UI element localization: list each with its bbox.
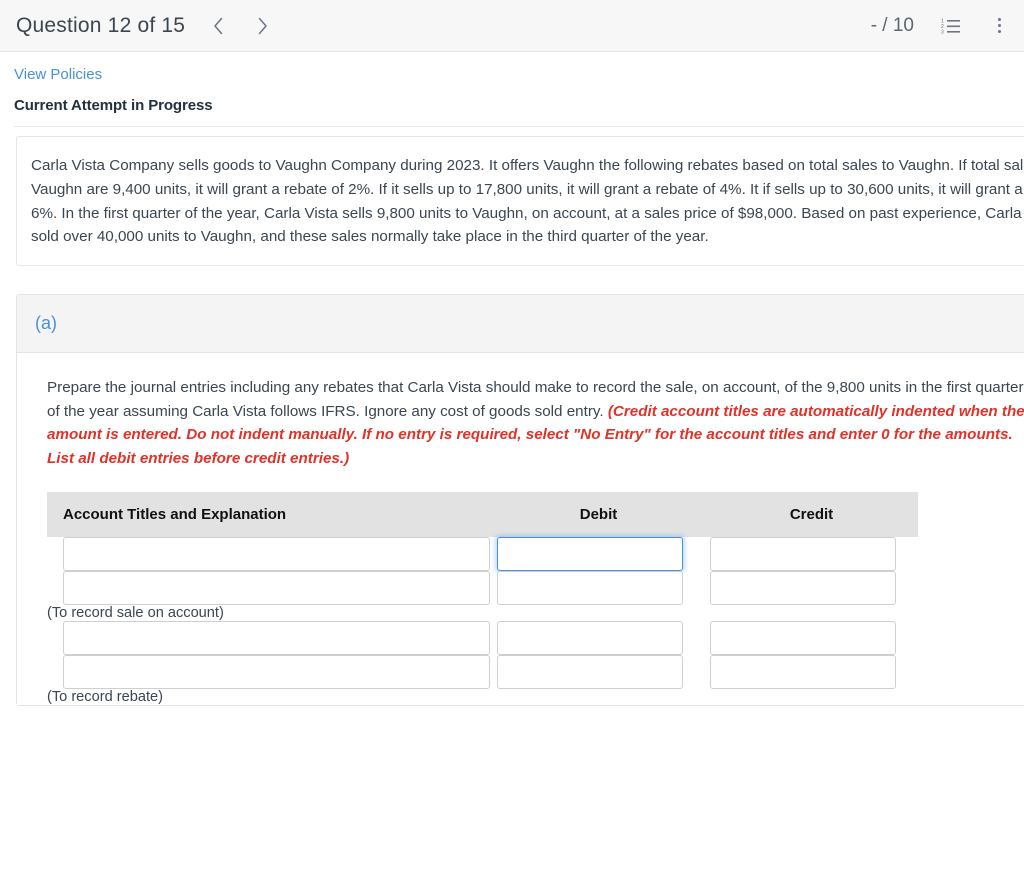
- part-a-label: (a): [17, 295, 1024, 354]
- part-a-instructions: Prepare the journal entries including an…: [47, 376, 1024, 470]
- next-question-button[interactable]: [253, 15, 271, 37]
- question-navigation: [209, 15, 271, 37]
- journal-memo-row: (To record sale on account): [47, 605, 918, 621]
- part-a-body: Prepare the journal entries including an…: [17, 353, 1024, 706]
- journal-entry-row: [47, 655, 918, 690]
- credit-amount-input[interactable]: [710, 537, 896, 572]
- more-vertical-icon[interactable]: [988, 15, 1010, 37]
- journal-table-head: Account Titles and Explanation Debit Cre…: [47, 492, 918, 538]
- account-title-cell: [47, 537, 492, 572]
- journal-entry-row: [47, 537, 918, 572]
- journal-memo-text: (To record sale on account): [47, 605, 224, 622]
- account-title-input[interactable]: [63, 655, 490, 690]
- journal-table-body: (To record sale on account) (To record re…: [47, 537, 918, 705]
- debit-amount-cell: [492, 537, 705, 572]
- debit-amount-input[interactable]: [497, 621, 683, 656]
- section-divider: [14, 126, 1024, 127]
- dot: [997, 24, 1001, 27]
- journal-entry-row: [47, 571, 918, 606]
- view-policies-link[interactable]: View Policies: [14, 66, 102, 83]
- credit-amount-cell: [705, 655, 918, 690]
- score-display: - / 10: [870, 14, 914, 36]
- column-header-credit: Credit: [705, 492, 918, 538]
- more-options-dots: [997, 18, 1001, 33]
- numbered-list-icon[interactable]: 1 2 3: [940, 15, 962, 37]
- column-header-debit: Debit: [492, 492, 705, 538]
- credit-amount-input[interactable]: [710, 621, 896, 656]
- question-statement-text: Carla Vista Company sells goods to Vaugh…: [31, 157, 1024, 246]
- account-title-input[interactable]: [63, 537, 490, 572]
- credit-amount-cell: [705, 571, 918, 606]
- debit-amount-input[interactable]: [497, 655, 683, 690]
- part-a-section: (a) Prepare the journal entries includin…: [16, 294, 1024, 707]
- question-content: View Policies Current Attempt in Progres…: [0, 52, 1024, 707]
- question-statement-box: Carla Vista Company sells goods to Vaugh…: [16, 136, 1024, 267]
- account-title-cell: [47, 655, 492, 690]
- column-header-account: Account Titles and Explanation: [47, 492, 492, 538]
- dot: [997, 30, 1001, 33]
- svg-text:3: 3: [941, 29, 944, 35]
- debit-amount-cell: [492, 571, 705, 606]
- journal-entry-row: [47, 621, 918, 656]
- journal-header-row: Account Titles and Explanation Debit Cre…: [47, 492, 918, 538]
- account-title-input[interactable]: [63, 571, 490, 606]
- attempt-status-label: Current Attempt in Progress: [14, 97, 213, 114]
- debit-amount-cell: [492, 621, 705, 656]
- journal-memo-row: (To record rebate): [47, 689, 918, 705]
- question-counter: Question 12 of 15: [16, 13, 186, 37]
- dot: [997, 18, 1001, 21]
- toolbar-right-group: - / 10 1 2 3: [871, 15, 1010, 37]
- credit-amount-input[interactable]: [710, 655, 896, 690]
- account-title-input[interactable]: [63, 621, 490, 656]
- credit-amount-input[interactable]: [710, 571, 896, 606]
- debit-amount-input[interactable]: [497, 571, 683, 606]
- account-title-cell: [47, 621, 492, 656]
- credit-amount-cell: [705, 537, 918, 572]
- previous-question-button[interactable]: [209, 15, 227, 37]
- question-toolbar: Question 12 of 15 - / 10 1 2 3: [0, 0, 1024, 52]
- debit-amount-input[interactable]: [497, 537, 683, 572]
- account-title-cell: [47, 571, 492, 606]
- journal-entry-table: Account Titles and Explanation Debit Cre…: [47, 492, 918, 705]
- credit-amount-cell: [705, 621, 918, 656]
- debit-amount-cell: [492, 655, 705, 690]
- journal-memo-text: (To record rebate): [47, 689, 163, 706]
